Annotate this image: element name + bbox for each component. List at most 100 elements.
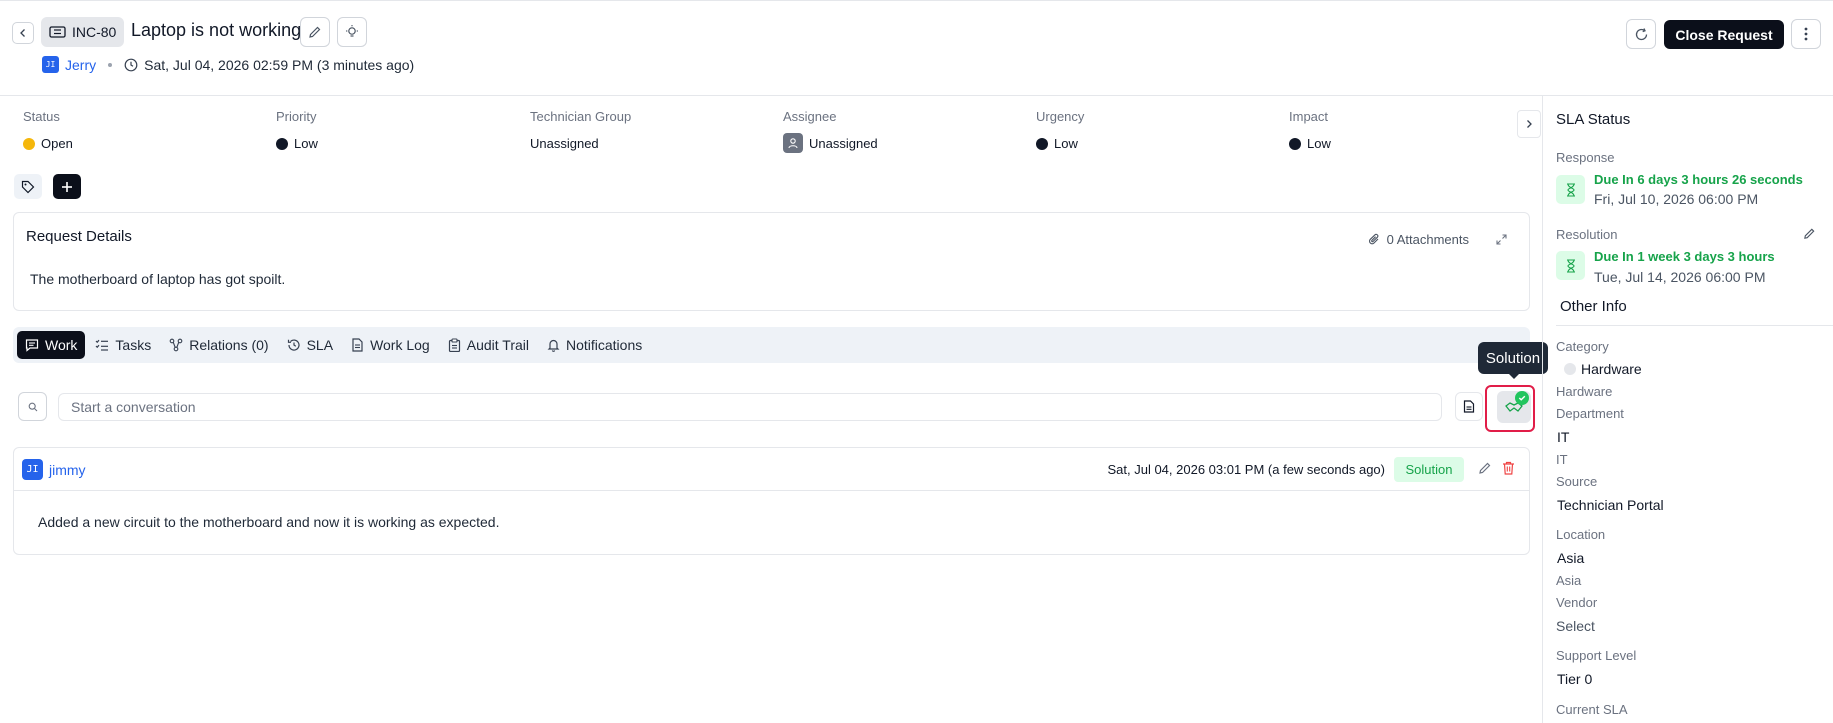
tab-relations[interactable]: Relations (0) (161, 331, 276, 359)
tab-label: Notifications (565, 337, 643, 353)
resolution-due: Due In 1 week 3 days 3 hours (1594, 249, 1775, 264)
close-request-button[interactable]: Close Request (1664, 20, 1784, 49)
bell-icon (547, 339, 560, 352)
sla-title: SLA Status (1556, 111, 1631, 128)
delete-message-button[interactable] (1502, 461, 1515, 478)
ticket-header: INC-80 Laptop is not working JI Jerry Sa… (0, 4, 1833, 96)
category-value[interactable]: Hardware (1564, 361, 1642, 377)
status-value[interactable]: Open (23, 136, 73, 151)
priority-dot (276, 137, 288, 150)
suggest-button[interactable] (337, 17, 367, 47)
message-card: JI jimmy Sat, Jul 04, 2026 03:01 PM (a f… (13, 447, 1530, 555)
field-assignee: Assignee Unassigned (783, 109, 878, 153)
tab-tasks[interactable]: Tasks (87, 331, 159, 359)
refresh-button[interactable] (1626, 19, 1656, 49)
history-icon (287, 339, 300, 351)
message-icon (25, 339, 39, 352)
priority-value[interactable]: Low (276, 136, 318, 151)
tab-audit-trail[interactable]: Audit Trail (440, 331, 537, 359)
pencil-icon (1804, 228, 1815, 239)
request-details-card: Request Details 0 Attachments The mother… (13, 212, 1530, 311)
request-description: The motherboard of laptop has got spoilt… (30, 271, 286, 287)
source-label: Source (1556, 474, 1598, 489)
clipboard-icon (448, 338, 460, 352)
conversation-input[interactable] (58, 393, 1442, 421)
field-status: Status Open (23, 109, 73, 151)
expand-button[interactable] (1496, 232, 1507, 248)
requester-avatar: JI (42, 56, 59, 73)
collapse-panel-button[interactable] (1517, 110, 1541, 138)
resolution-date: Tue, Jul 14, 2026 06:00 PM (1594, 269, 1766, 285)
impact-value[interactable]: Low (1289, 136, 1331, 151)
message-header: JI jimmy Sat, Jul 04, 2026 03:01 PM (a f… (14, 448, 1529, 491)
tags-button[interactable] (14, 174, 42, 199)
created-time: Sat, Jul 04, 2026 02:59 PM (3 minutes ag… (144, 56, 415, 73)
search-button[interactable] (18, 392, 47, 421)
back-button[interactable] (12, 22, 34, 44)
clock-icon (124, 58, 138, 71)
relations-icon (169, 338, 183, 352)
author-avatar: JI (22, 459, 43, 480)
user-icon (783, 133, 803, 153)
assignee-value[interactable]: Unassigned (783, 133, 878, 153)
divider (1556, 325, 1833, 326)
location-label: Location (1556, 527, 1606, 542)
urgency-value[interactable]: Low (1036, 136, 1084, 151)
support-level-label: Support Level (1556, 648, 1637, 663)
tab-label: Audit Trail (466, 337, 529, 353)
source-value[interactable]: Technician Portal (1557, 497, 1664, 513)
support-level-value[interactable]: Tier 0 (1557, 671, 1592, 687)
department-label: Department (1556, 406, 1624, 421)
field-urgency: Urgency Low (1036, 109, 1084, 151)
assignee-text: Unassigned (809, 135, 878, 151)
priority-text: Low (294, 136, 318, 151)
plus-icon (62, 181, 72, 192)
attachments-link[interactable]: 0 Attachments (1368, 232, 1469, 247)
tab-label: Work Log (370, 337, 430, 353)
tab-work[interactable]: Work (17, 331, 86, 359)
vendor-select[interactable]: Select (1556, 618, 1595, 634)
location-value[interactable]: Asia (1557, 550, 1584, 566)
edit-resolution-button[interactable] (1803, 227, 1816, 243)
expand-icon (1496, 234, 1507, 245)
sla-side-panel: SLA Status Response Due In 6 days 3 hour… (1542, 96, 1833, 723)
more-options-button[interactable] (1791, 19, 1821, 49)
add-note-button[interactable] (1455, 392, 1483, 421)
pencil-icon (309, 26, 321, 38)
pencil-icon (1479, 462, 1491, 474)
tab-label: Tasks (115, 337, 152, 353)
file-icon (352, 338, 363, 352)
department-value[interactable]: IT (1557, 429, 1569, 445)
edit-message-button[interactable] (1478, 461, 1492, 478)
highlight-box (1485, 385, 1535, 432)
category-text: Hardware (1581, 361, 1642, 377)
search-icon (28, 402, 37, 411)
impact-text: Low (1307, 136, 1331, 151)
tab-label: Relations (0) (189, 337, 269, 353)
trash-icon (1503, 461, 1514, 475)
status-text: Open (41, 136, 73, 151)
tab-notifications[interactable]: Notifications (539, 331, 650, 359)
other-info-title: Other Info (1560, 298, 1627, 315)
tab-label: SLA (306, 337, 334, 353)
tab-work-log[interactable]: Work Log (343, 331, 438, 359)
field-label: Urgency (1036, 109, 1085, 124)
message-author: JI jimmy (22, 459, 86, 480)
department-sub: IT (1556, 452, 1568, 467)
message-body: Added a new circuit to the motherboard a… (38, 514, 500, 530)
add-tag-button[interactable] (53, 174, 81, 199)
urgency-dot (1036, 137, 1048, 150)
message-time: Sat, Jul 04, 2026 03:01 PM (a few second… (1107, 462, 1385, 477)
ticket-icon (49, 26, 66, 38)
edit-title-button[interactable] (300, 17, 330, 47)
tab-sla[interactable]: SLA (279, 331, 341, 359)
chevron-left-icon (20, 29, 25, 37)
status-dot (23, 137, 35, 150)
technician-group-value[interactable]: Unassigned (530, 136, 631, 151)
response-label: Response (1556, 150, 1615, 165)
field-label: Assignee (783, 109, 837, 124)
author-link[interactable]: jimmy (49, 462, 86, 478)
field-label: Technician Group (530, 109, 632, 124)
requester-link[interactable]: Jerry (65, 57, 96, 73)
response-date: Fri, Jul 10, 2026 06:00 PM (1594, 191, 1759, 207)
